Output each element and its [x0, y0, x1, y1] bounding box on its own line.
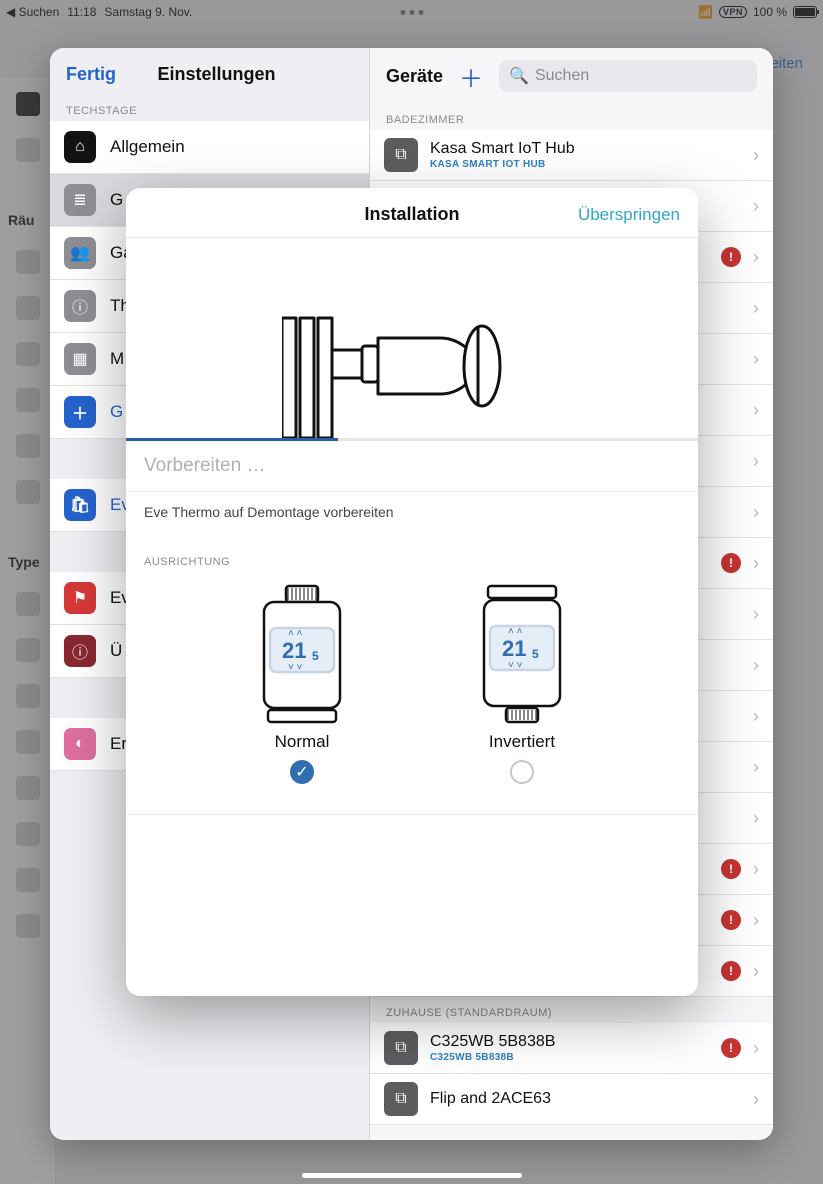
search-input[interactable]: 🔍 Suchen — [499, 60, 757, 92]
chevron-right-icon: › — [753, 1089, 759, 1110]
svg-text:5: 5 — [312, 649, 319, 663]
orientation-options: 21 5 ˄ ˄ ˅ ˅ Normal ✓ 21 5 — [126, 574, 698, 815]
device-name: Kasa Smart IoT Hub — [430, 140, 741, 158]
chevron-right-icon: › — [753, 706, 759, 727]
chevron-right-icon: › — [753, 553, 759, 574]
warning-icon: ! — [721, 553, 741, 573]
device-row[interactable]: ⧉ Flip and 2ACE63 › — [370, 1074, 773, 1125]
chevron-right-icon: › — [753, 502, 759, 523]
settings-item[interactable]: ⌂ Allgemein — [50, 121, 369, 174]
users-icon: 👥 — [64, 237, 96, 269]
chevron-right-icon: › — [753, 196, 759, 217]
chevron-right-icon: › — [753, 961, 759, 982]
device-row[interactable]: ⧉ Kasa Smart IoT HubKASA SMART IOT HUB › — [370, 130, 773, 181]
alert-icon: ⚑ — [64, 582, 96, 614]
device-subtitle: KASA SMART IOT HUB — [430, 159, 741, 170]
svg-text:˅ ˅: ˅ ˅ — [508, 660, 523, 671]
svg-text:˅ ˅: ˅ ˅ — [288, 662, 303, 673]
chevron-right-icon: › — [753, 451, 759, 472]
chevron-right-icon: › — [753, 655, 759, 676]
info-icon: ⓘ — [64, 635, 96, 667]
settings-item-label: Allgemein — [110, 137, 355, 157]
warning-icon: ! — [721, 859, 741, 879]
device-section-header: ZUHAUSE (STANDARDRAUM) — [370, 997, 773, 1023]
chevron-right-icon: › — [753, 298, 759, 319]
svg-text:˄ ˄: ˄ ˄ — [288, 628, 303, 639]
plus-icon: ＋ — [64, 396, 96, 428]
skip-button[interactable]: Überspringen — [578, 205, 680, 225]
layers-icon: ≣ — [64, 184, 96, 216]
device-name: Flip and 2ACE63 — [430, 1090, 741, 1108]
device-icon: ⧉ — [384, 1031, 418, 1065]
device-icon: ⧉ — [384, 138, 418, 172]
orientation-option-normal[interactable]: 21 5 ˄ ˄ ˅ ˅ Normal ✓ — [212, 584, 392, 784]
orientation-label: Normal — [275, 732, 330, 752]
chevron-right-icon: › — [753, 247, 759, 268]
chevron-right-icon: › — [753, 757, 759, 778]
add-device-button[interactable]: ＋ — [457, 62, 485, 90]
install-hero-image — [126, 238, 698, 438]
chevron-right-icon: › — [753, 1038, 759, 1059]
device-icon: ⧉ — [384, 1082, 418, 1116]
chevron-right-icon: › — [753, 859, 759, 880]
info-icon: ⓘ — [64, 290, 96, 322]
chevron-right-icon: › — [753, 808, 759, 829]
install-step-label: Vorbereiten … — [126, 441, 698, 492]
install-note: Eve Thermo auf Demontage vorbereiten — [126, 492, 698, 538]
device-row[interactable]: ⧉ C325WB 5B838BC325WB 5B838B! › — [370, 1023, 773, 1074]
install-progress — [126, 438, 698, 441]
devices-title: Geräte — [386, 66, 443, 87]
svg-text:21: 21 — [282, 638, 306, 663]
chevron-right-icon: › — [753, 400, 759, 421]
search-placeholder: Suchen — [535, 67, 589, 85]
done-button[interactable]: Fertig — [66, 64, 116, 85]
device-section-header: BADEZIMMER — [370, 104, 773, 130]
bag-icon: 🛍 — [64, 489, 96, 521]
search-icon: 🔍 — [509, 66, 529, 86]
orientation-check-unselected[interactable] — [510, 760, 534, 784]
svg-text:21: 21 — [502, 636, 526, 661]
chevron-right-icon: › — [753, 145, 759, 166]
orientation-header: AUSRICHTUNG — [126, 538, 698, 574]
warning-icon: ! — [721, 961, 741, 981]
chevron-right-icon: › — [753, 910, 759, 931]
svg-text:˄ ˄: ˄ ˄ — [508, 626, 523, 637]
chevron-right-icon: › — [753, 349, 759, 370]
qr-icon: ▦ — [64, 343, 96, 375]
orientation-check-selected[interactable]: ✓ — [290, 760, 314, 784]
chevron-right-icon: › — [753, 604, 759, 625]
home-icon: ⌂ — [64, 131, 96, 163]
warning-icon: ! — [721, 910, 741, 930]
home-indicator[interactable] — [302, 1173, 522, 1178]
contrast-icon: ◐ — [64, 728, 96, 760]
warning-icon: ! — [721, 1038, 741, 1058]
svg-text:5: 5 — [532, 647, 539, 661]
device-name: C325WB 5B838B — [430, 1033, 709, 1051]
settings-title: Einstellungen — [116, 64, 353, 85]
installation-sheet: Installation Überspringen Vorbereiten — [126, 188, 698, 996]
device-subtitle: C325WB 5B838B — [430, 1052, 709, 1063]
settings-section-header: TECHSTAGE — [50, 95, 369, 121]
warning-icon: ! — [721, 247, 741, 267]
orientation-option-inverted[interactable]: 21 5 ˄ ˄ ˅ ˅ Invertiert — [432, 584, 612, 784]
orientation-label: Invertiert — [489, 732, 555, 752]
